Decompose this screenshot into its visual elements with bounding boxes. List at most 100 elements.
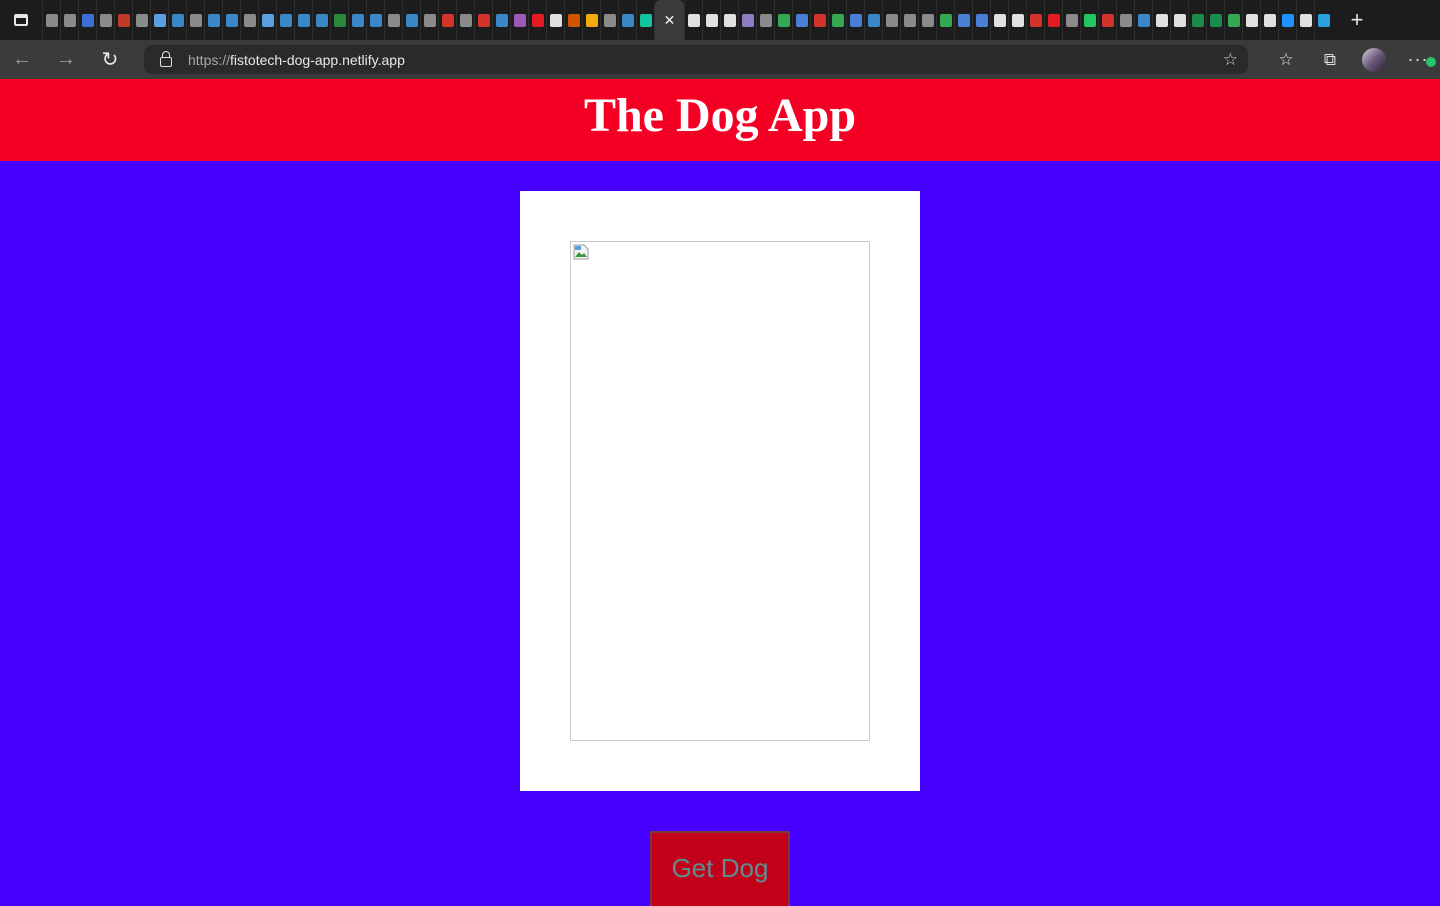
- browser-tab-22[interactable]: [438, 0, 456, 40]
- new-tab-button[interactable]: +: [1338, 0, 1376, 40]
- browser-tab-32[interactable]: [618, 0, 636, 40]
- browser-tab-right-21[interactable]: [1062, 0, 1080, 40]
- browser-tab-right-13[interactable]: [918, 0, 936, 40]
- browser-tab-25[interactable]: [492, 0, 510, 40]
- address-bar[interactable]: https://fistotech-dog-app.netlify.app ☆: [144, 45, 1248, 74]
- browser-tab-right-2[interactable]: [720, 0, 738, 40]
- browser-tab-7[interactable]: [168, 0, 186, 40]
- browser-tab-12[interactable]: [258, 0, 276, 40]
- tab-favicon-icon: [1317, 13, 1330, 27]
- browser-tab-19[interactable]: [384, 0, 402, 40]
- tab-favicon-icon: [1137, 13, 1150, 27]
- browser-tab-20[interactable]: [402, 0, 420, 40]
- tab-favicon-icon: [459, 13, 472, 27]
- browser-tab-right-34[interactable]: [1296, 0, 1314, 40]
- browser-tab-3[interactable]: [96, 0, 114, 40]
- browser-tab-9[interactable]: [204, 0, 222, 40]
- browser-tab-27[interactable]: [528, 0, 546, 40]
- collections-icon[interactable]: ⧉: [1308, 40, 1352, 79]
- browser-tab-right-15[interactable]: [954, 0, 972, 40]
- tab-favicon-icon: [993, 13, 1006, 27]
- browser-tab-right-8[interactable]: [828, 0, 846, 40]
- browser-tab-8[interactable]: [186, 0, 204, 40]
- browser-tab-right-33[interactable]: [1278, 0, 1296, 40]
- browser-tab-right-16[interactable]: [972, 0, 990, 40]
- tabs-strip-right: [684, 0, 1332, 40]
- browser-tab-6[interactable]: [150, 0, 168, 40]
- browser-tab-right-19[interactable]: [1026, 0, 1044, 40]
- browser-tab-right-20[interactable]: [1044, 0, 1062, 40]
- browser-tab-right-3[interactable]: [738, 0, 756, 40]
- browser-tab-right-25[interactable]: [1134, 0, 1152, 40]
- browser-tab-right-4[interactable]: [756, 0, 774, 40]
- url-scheme: https://: [188, 51, 231, 68]
- add-favorite-icon[interactable]: ☆: [1223, 50, 1238, 70]
- browser-tab-right-27[interactable]: [1170, 0, 1188, 40]
- tab-favicon-icon: [63, 13, 76, 27]
- browser-tab-17[interactable]: [348, 0, 366, 40]
- browser-tab-right-0[interactable]: [684, 0, 702, 40]
- browser-tab-16[interactable]: [330, 0, 348, 40]
- tab-favicon-icon: [81, 13, 94, 27]
- close-tab-icon[interactable]: ✕: [664, 12, 676, 29]
- browser-tab-5[interactable]: [132, 0, 150, 40]
- browser-tab-right-5[interactable]: [774, 0, 792, 40]
- browser-tab-right-1[interactable]: [702, 0, 720, 40]
- browser-tab-right-35[interactable]: [1314, 0, 1332, 40]
- browser-tab-right-32[interactable]: [1260, 0, 1278, 40]
- browser-tab-right-17[interactable]: [990, 0, 1008, 40]
- browser-tab-23[interactable]: [456, 0, 474, 40]
- browser-tab-2[interactable]: [78, 0, 96, 40]
- browser-tab-right-10[interactable]: [864, 0, 882, 40]
- browser-tab-30[interactable]: [582, 0, 600, 40]
- app-header: The Dog App: [0, 79, 1440, 161]
- browser-tab-right-26[interactable]: [1152, 0, 1170, 40]
- browser-tab-right-6[interactable]: [792, 0, 810, 40]
- browser-tab-right-24[interactable]: [1116, 0, 1134, 40]
- browser-tab-right-29[interactable]: [1206, 0, 1224, 40]
- browser-tab-right-22[interactable]: [1080, 0, 1098, 40]
- browser-tab-15[interactable]: [312, 0, 330, 40]
- browser-tab-26[interactable]: [510, 0, 528, 40]
- browser-tab-29[interactable]: [564, 0, 582, 40]
- browser-tab-28[interactable]: [546, 0, 564, 40]
- tab-actions-button[interactable]: [0, 0, 42, 40]
- browser-tab-24[interactable]: [474, 0, 492, 40]
- browser-tab-21[interactable]: [420, 0, 438, 40]
- favorites-icon[interactable]: ☆: [1264, 40, 1308, 79]
- browser-tab-right-18[interactable]: [1008, 0, 1026, 40]
- browser-tab-13[interactable]: [276, 0, 294, 40]
- browser-tab-14[interactable]: [294, 0, 312, 40]
- url-text[interactable]: https://fistotech-dog-app.netlify.app: [188, 52, 405, 68]
- browser-tab-right-9[interactable]: [846, 0, 864, 40]
- settings-menu-button[interactable]: ···: [1396, 40, 1440, 79]
- browser-tab-right-12[interactable]: [900, 0, 918, 40]
- browser-tab-0[interactable]: [42, 0, 60, 40]
- profile-button[interactable]: [1352, 40, 1396, 79]
- tab-favicon-icon: [849, 13, 862, 27]
- browser-tab-10[interactable]: [222, 0, 240, 40]
- browser-tab-18[interactable]: [366, 0, 384, 40]
- lock-icon[interactable]: [160, 50, 172, 67]
- back-button[interactable]: ←: [0, 40, 44, 79]
- browser-tab-right-28[interactable]: [1188, 0, 1206, 40]
- tab-favicon-icon: [1065, 13, 1078, 27]
- tab-favicon-icon: [351, 13, 364, 27]
- get-dog-button[interactable]: Get Dog: [650, 831, 790, 906]
- browser-tab-right-23[interactable]: [1098, 0, 1116, 40]
- browser-tab-right-14[interactable]: [936, 0, 954, 40]
- forward-button[interactable]: →: [44, 40, 88, 79]
- browser-tab-right-11[interactable]: [882, 0, 900, 40]
- browser-tab-4[interactable]: [114, 0, 132, 40]
- tab-favicon-icon: [99, 13, 112, 27]
- browser-tab-right-30[interactable]: [1224, 0, 1242, 40]
- tab-favicon-icon: [1263, 13, 1276, 27]
- refresh-button[interactable]: ↻: [88, 40, 132, 79]
- browser-tab-1[interactable]: [60, 0, 78, 40]
- browser-tab-33[interactable]: [636, 0, 654, 40]
- active-tab[interactable]: ✕: [654, 0, 684, 40]
- browser-tab-right-31[interactable]: [1242, 0, 1260, 40]
- browser-tab-right-7[interactable]: [810, 0, 828, 40]
- browser-tab-31[interactable]: [600, 0, 618, 40]
- browser-tab-11[interactable]: [240, 0, 258, 40]
